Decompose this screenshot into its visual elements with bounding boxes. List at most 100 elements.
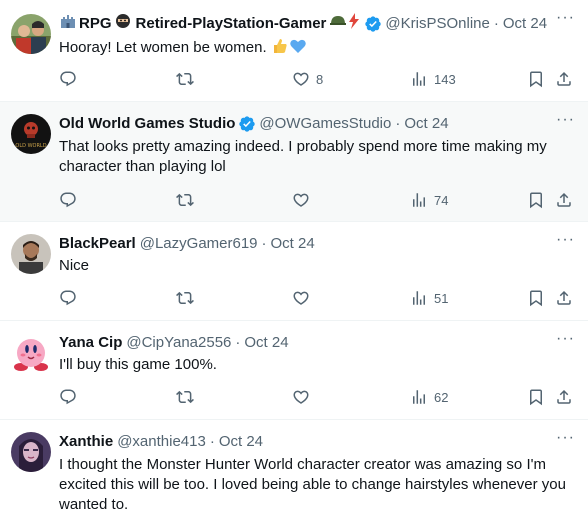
avatar[interactable] <box>11 432 51 472</box>
handle[interactable]: @LazyGamer619 <box>140 234 258 254</box>
avatar[interactable] <box>11 14 51 54</box>
share-icon <box>555 289 573 307</box>
views-chart-icon <box>410 388 428 406</box>
reply-button[interactable] <box>59 387 83 407</box>
display-name[interactable]: Old World Games Studio <box>59 114 235 134</box>
timestamp[interactable]: Oct 24 <box>503 14 547 34</box>
tweet-actions: 74 <box>59 190 574 210</box>
tweet-header: BlackPearl @LazyGamer619 · Oct 24 <box>59 234 574 254</box>
heart-icon <box>292 70 310 88</box>
reply-icon <box>59 388 77 406</box>
views-count: 51 <box>434 290 449 306</box>
timestamp[interactable]: Oct 24 <box>404 114 448 134</box>
tweet[interactable]: BlackPearl @LazyGamer619 · Oct 24 ··· Ni… <box>0 222 588 321</box>
tweet-text: Hooray! Let women be women. <box>59 37 574 61</box>
timestamp[interactable]: Oct 24 <box>271 234 315 254</box>
tweet-actions: 62 <box>59 387 574 407</box>
views-count: 62 <box>434 389 449 405</box>
castle-icon <box>59 12 77 36</box>
display-name-suffix[interactable]: Retired-PlayStation-Gamer <box>136 14 327 34</box>
tweet[interactable]: Xanthie @xanthie413 · Oct 24 ··· I thoug… <box>0 420 588 517</box>
repost-button[interactable] <box>176 69 200 89</box>
more-options-icon[interactable]: ··· <box>556 112 574 133</box>
handle[interactable]: @CipYana2556 <box>126 333 231 353</box>
share-button[interactable] <box>555 69 573 89</box>
reply-icon <box>59 70 77 88</box>
handle[interactable]: @xanthie413 <box>117 432 206 452</box>
views-button[interactable]: 51 <box>410 288 448 308</box>
handle[interactable]: @KrisPSOnline <box>385 14 489 34</box>
tweet[interactable]: RPG Retired-PlayStation-Gamer @KrisPSOnl… <box>0 0 588 102</box>
views-count: 143 <box>434 71 456 87</box>
bookmark-icon <box>527 191 545 209</box>
views-button[interactable]: 74 <box>410 190 448 210</box>
separator-dot: · <box>493 15 499 32</box>
tweet[interactable]: Yana Cip @CipYana2556 · Oct 24 ··· I'll … <box>0 321 588 420</box>
share-button[interactable] <box>555 190 573 210</box>
display-name[interactable]: Xanthie <box>59 432 113 452</box>
repost-icon <box>176 191 194 209</box>
views-chart-icon <box>410 70 428 88</box>
bookmark-icon <box>527 289 545 307</box>
separator-dot: · <box>261 235 267 252</box>
display-name[interactable]: Yana Cip <box>59 333 122 353</box>
timestamp[interactable]: Oct 24 <box>244 333 288 353</box>
like-count: 8 <box>316 71 324 87</box>
reply-button[interactable] <box>59 69 83 89</box>
more-options-icon[interactable]: ··· <box>556 331 574 352</box>
more-options-icon[interactable]: ··· <box>556 232 574 253</box>
more-options-icon[interactable]: ··· <box>556 430 574 451</box>
separator-dot: · <box>235 334 241 351</box>
tweet-header: Xanthie @xanthie413 · Oct 24 <box>59 432 574 452</box>
more-options-icon[interactable]: ··· <box>556 10 574 31</box>
repost-button[interactable] <box>176 387 200 407</box>
tweet-header: Yana Cip @CipYana2556 · Oct 24 <box>59 333 574 353</box>
avatar[interactable]: OLD WORLD <box>11 114 51 154</box>
tweet[interactable]: OLD WORLD Old World Games Studio @OWGame… <box>0 102 588 222</box>
bookmark-icon <box>527 388 545 406</box>
tweet-header: Old World Games Studio @OWGamesStudio · … <box>59 114 574 134</box>
views-button[interactable]: 62 <box>410 387 448 407</box>
bookmark-button[interactable] <box>527 288 545 308</box>
reply-button[interactable] <box>59 190 83 210</box>
tweet-actions: 8 143 <box>59 69 574 89</box>
tweet-text: Nice <box>59 257 90 274</box>
share-icon <box>555 191 573 209</box>
display-name[interactable]: RPG <box>79 14 112 34</box>
timestamp[interactable]: Oct 24 <box>219 432 263 452</box>
share-icon <box>555 70 573 88</box>
tweet-text: That looks pretty amazing indeed. I prob… <box>59 138 547 175</box>
heart-icon <box>292 388 310 406</box>
separator-dot: · <box>395 115 401 132</box>
verified-badge-icon <box>238 115 256 133</box>
heart-icon <box>292 191 310 209</box>
tweet-header: RPG Retired-PlayStation-Gamer @KrisPSOnl… <box>59 12 574 36</box>
like-button[interactable] <box>292 288 316 308</box>
views-button[interactable]: 143 <box>410 69 456 89</box>
views-chart-icon <box>410 289 428 307</box>
repost-icon <box>176 70 194 88</box>
ninja-icon <box>114 12 132 36</box>
lightning-icon <box>347 12 361 36</box>
avatar[interactable] <box>11 234 51 274</box>
avatar-logo-text: OLD WORLD <box>15 143 46 149</box>
like-button[interactable]: 8 <box>292 69 323 89</box>
display-name[interactable]: BlackPearl <box>59 234 136 254</box>
share-button[interactable] <box>555 288 573 308</box>
bookmark-button[interactable] <box>527 387 545 407</box>
repost-button[interactable] <box>176 190 200 210</box>
views-chart-icon <box>410 191 428 209</box>
like-button[interactable] <box>292 387 316 407</box>
bookmark-button[interactable] <box>527 190 545 210</box>
avatar[interactable] <box>11 333 51 373</box>
like-button[interactable] <box>292 190 316 210</box>
share-button[interactable] <box>555 387 573 407</box>
reply-button[interactable] <box>59 288 83 308</box>
tweet-text: I'll buy this game 100%. <box>59 356 217 373</box>
bookmark-button[interactable] <box>527 69 545 89</box>
repost-button[interactable] <box>176 288 200 308</box>
bookmark-icon <box>527 70 545 88</box>
tweet-text: I thought the Monster Hunter World chara… <box>59 456 566 513</box>
repost-icon <box>176 289 194 307</box>
handle[interactable]: @OWGamesStudio <box>259 114 391 134</box>
